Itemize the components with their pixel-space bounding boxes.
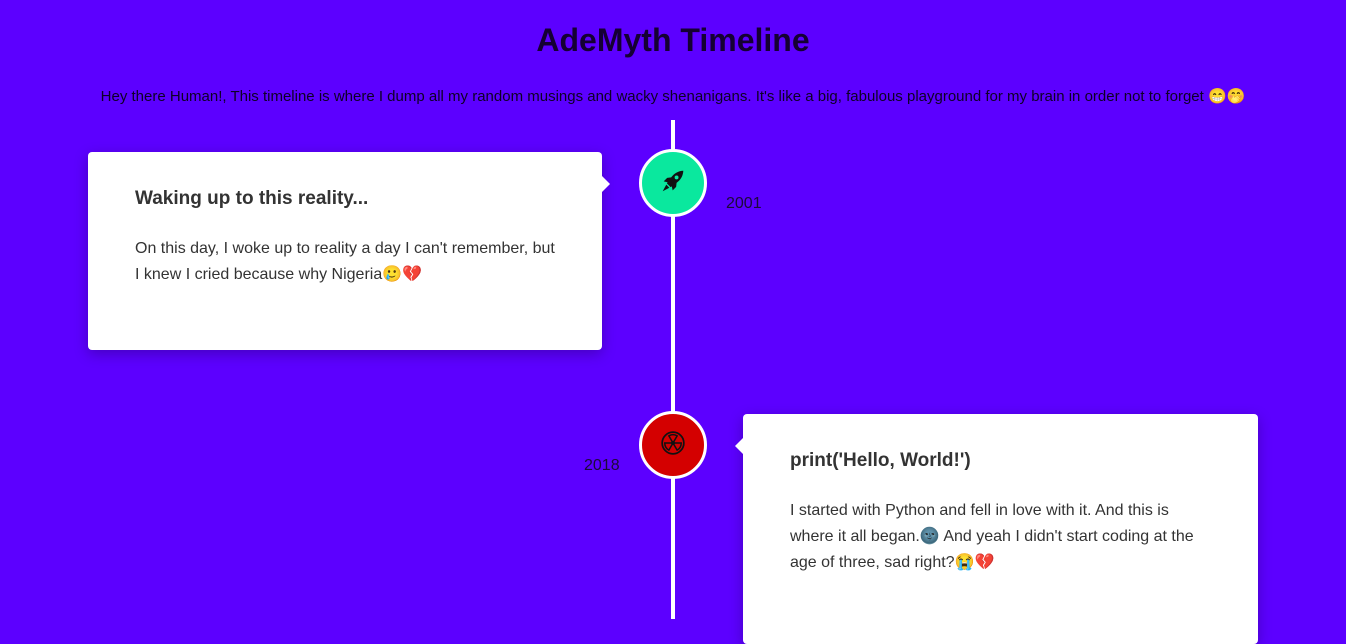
- card-title: Waking up to this reality...: [135, 188, 369, 209]
- card-title: print('Hello, World!'): [790, 450, 971, 471]
- timeline-year: 2001: [726, 195, 762, 212]
- card-text: On this day, I woke up to reality a day …: [135, 240, 555, 283]
- timeline-node-2001: [639, 149, 707, 217]
- card-text: I started with Python and fell in love w…: [790, 502, 1194, 571]
- timeline-card-2018: print('Hello, World!') I started with Py…: [735, 414, 1258, 644]
- radiation-icon: [660, 430, 686, 461]
- timeline-year: 2018: [584, 457, 620, 474]
- rocket-icon: [660, 168, 686, 199]
- intro-text: Hey there Human!, This timeline is where…: [100, 88, 1246, 105]
- timeline-card-2001: Waking up to this reality... On this day…: [88, 152, 610, 350]
- timeline-node-2018: [639, 411, 707, 479]
- page-title: AdeMyth Timeline: [536, 22, 810, 58]
